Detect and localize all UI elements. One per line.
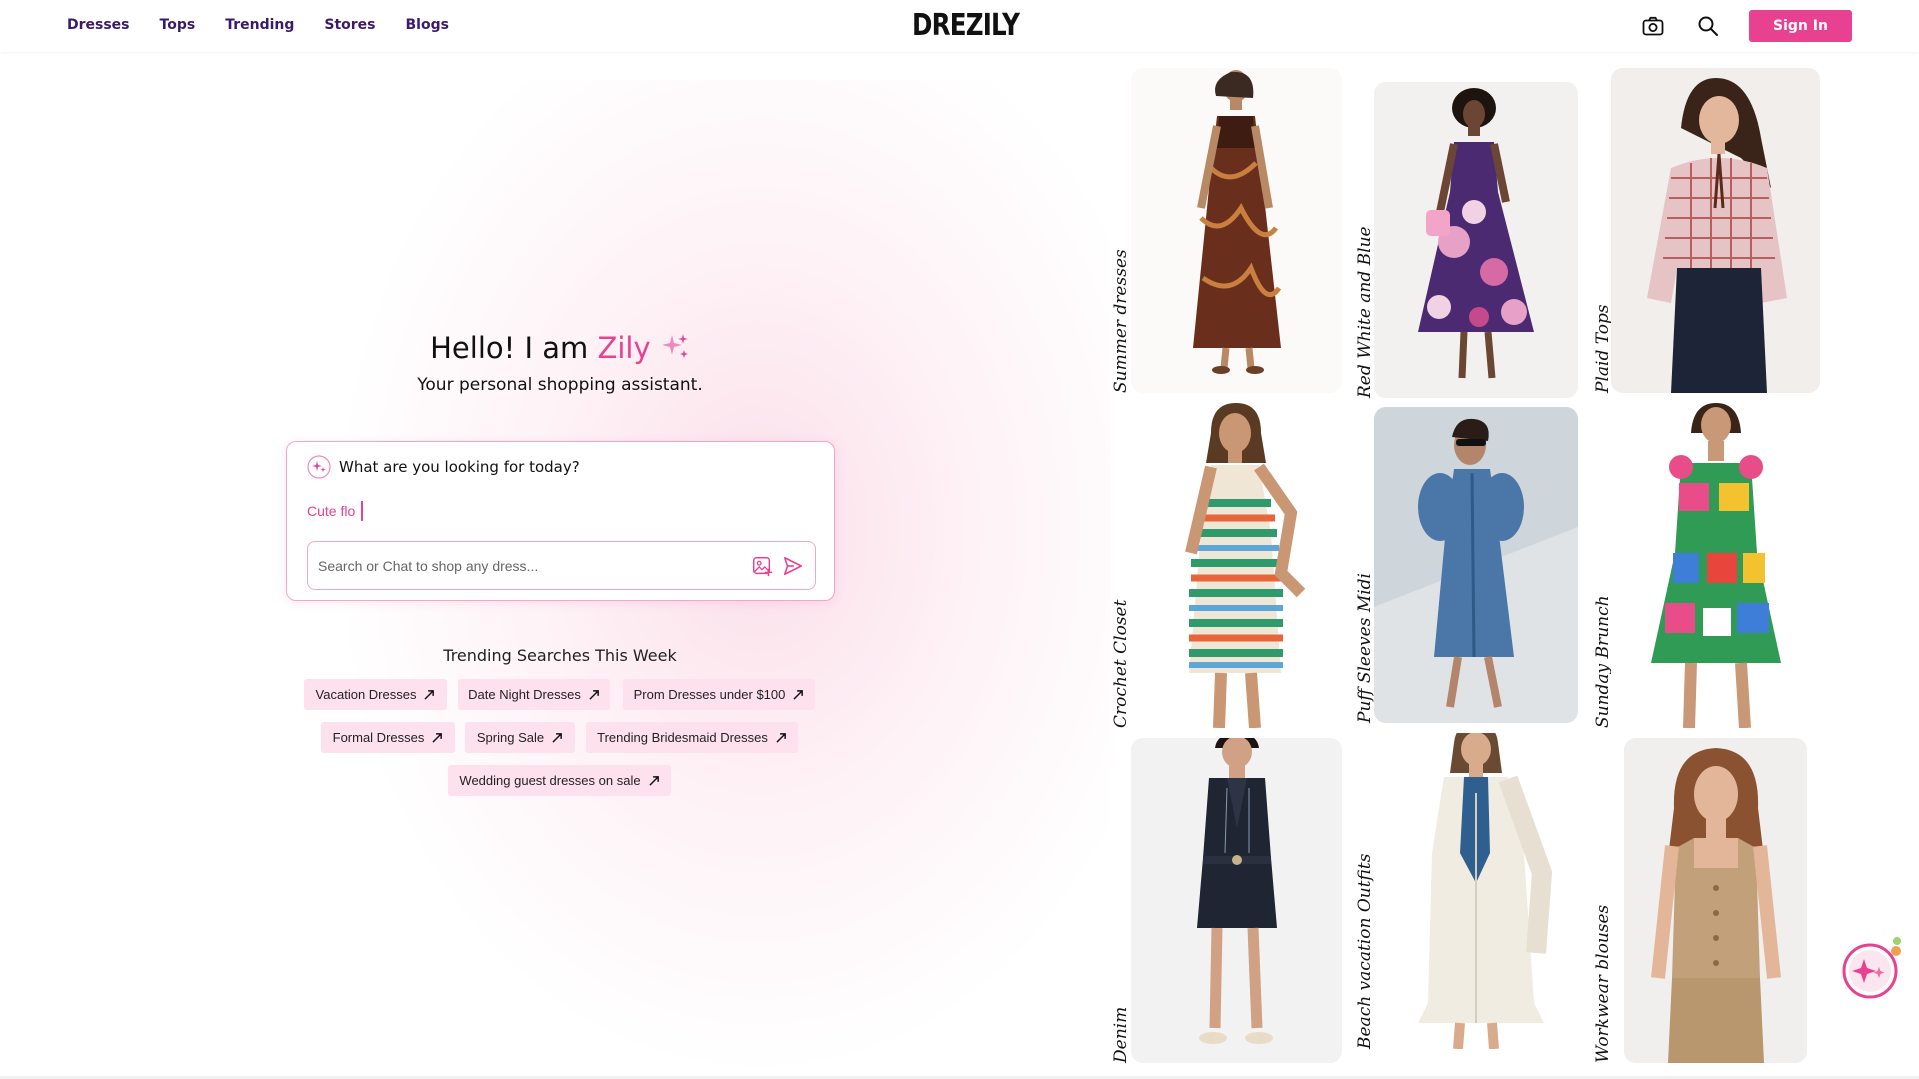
trend-arrow-icon bbox=[424, 690, 435, 700]
category-card-workwear-blouses[interactable] bbox=[1624, 738, 1807, 1063]
trending-chip[interactable]: Spring Sale bbox=[465, 722, 575, 753]
chat-header: What are you looking for today? bbox=[307, 455, 580, 479]
chat-question: What are you looking for today? bbox=[339, 458, 580, 476]
category-card-denim[interactable] bbox=[1131, 738, 1342, 1063]
top-header: Dresses Tops Trending Stores Blogs DREZI… bbox=[0, 0, 1919, 52]
typing-text: Cute flo bbox=[307, 503, 356, 519]
category-card-crochet-closet[interactable] bbox=[1131, 403, 1342, 728]
category-card-puff-sleeves-midi[interactable] bbox=[1374, 407, 1578, 723]
chat-search-input[interactable] bbox=[318, 554, 718, 578]
chat-search-box[interactable] bbox=[307, 541, 816, 590]
search-icon[interactable] bbox=[1696, 14, 1720, 38]
image-upload-icon[interactable] bbox=[751, 555, 773, 577]
chip-label: Prom Dresses under $100 bbox=[633, 687, 786, 702]
main-nav: Dresses Tops Trending Stores Blogs bbox=[67, 17, 449, 33]
category-card-plaid-tops[interactable] bbox=[1611, 68, 1820, 393]
trend-arrow-icon bbox=[648, 776, 659, 786]
nav-trending[interactable]: Trending bbox=[225, 17, 294, 33]
trending-chip[interactable]: Vacation Dresses bbox=[304, 679, 447, 710]
product-image bbox=[1611, 403, 1820, 728]
category-card-red-white-and-blue[interactable] bbox=[1374, 82, 1578, 398]
category-card-summer-dresses[interactable] bbox=[1131, 68, 1342, 393]
trending-title: Trending Searches This Week bbox=[443, 646, 677, 665]
product-image bbox=[1374, 407, 1578, 723]
trend-arrow-icon bbox=[776, 733, 786, 743]
category-card-sunday-brunch[interactable] bbox=[1611, 403, 1820, 728]
greeting-text: Hello! I am bbox=[430, 331, 589, 365]
nav-tops[interactable]: Tops bbox=[160, 17, 196, 33]
nav-dresses[interactable]: Dresses bbox=[67, 17, 130, 33]
trending-chip[interactable]: Wedding guest dresses on sale bbox=[448, 765, 671, 796]
product-image bbox=[1624, 738, 1807, 1063]
typing-preview: Cute flo bbox=[307, 501, 364, 521]
assistant-chat-bubble-icon[interactable] bbox=[1840, 937, 1902, 999]
chip-label: Trending Bridesmaid Dresses bbox=[597, 730, 768, 745]
product-image bbox=[1131, 68, 1342, 393]
hero-greeting: Hello! I am Zily bbox=[0, 331, 1120, 365]
category-card-beach-vacation-outfits[interactable] bbox=[1374, 733, 1578, 1049]
chip-label: Vacation Dresses bbox=[315, 687, 417, 702]
trending-chip[interactable]: Trending Bridesmaid Dresses bbox=[586, 722, 798, 753]
product-image bbox=[1611, 68, 1820, 393]
trend-arrow-icon bbox=[552, 733, 563, 743]
product-image bbox=[1131, 403, 1342, 728]
category-label-workwear-blouses[interactable]: Workwear blouses bbox=[1588, 738, 1618, 1063]
chip-label: Wedding guest dresses on sale bbox=[459, 773, 641, 788]
chat-card: What are you looking for today? Cute flo bbox=[286, 441, 835, 601]
trend-arrow-icon bbox=[589, 690, 599, 700]
product-image bbox=[1374, 82, 1578, 398]
trending-chip[interactable]: Formal Dresses bbox=[321, 722, 455, 753]
chip-label: Formal Dresses bbox=[332, 730, 425, 745]
hero-subtitle: Your personal shopping assistant. bbox=[417, 375, 703, 395]
product-image bbox=[1374, 733, 1578, 1049]
nav-blogs[interactable]: Blogs bbox=[406, 17, 449, 33]
chip-label: Spring Sale bbox=[476, 730, 545, 745]
text-cursor bbox=[361, 501, 364, 521]
chip-label: Date Night Dresses bbox=[468, 687, 581, 702]
assistant-name: Zily bbox=[597, 331, 651, 365]
site-logo[interactable]: DREZILY bbox=[912, 8, 1020, 43]
sign-in-button[interactable]: Sign In bbox=[1749, 10, 1852, 42]
assistant-sparkle-icon bbox=[307, 455, 331, 479]
send-icon[interactable] bbox=[782, 555, 804, 577]
nav-stores[interactable]: Stores bbox=[324, 17, 375, 33]
sparkle-icon bbox=[661, 334, 688, 358]
product-image bbox=[1131, 738, 1342, 1063]
camera-icon[interactable] bbox=[1641, 14, 1665, 38]
trending-chip[interactable]: Prom Dresses under $100 bbox=[623, 679, 815, 710]
trend-arrow-icon bbox=[793, 690, 804, 700]
trend-arrow-icon bbox=[432, 733, 443, 743]
trending-chip[interactable]: Date Night Dresses bbox=[458, 679, 610, 710]
